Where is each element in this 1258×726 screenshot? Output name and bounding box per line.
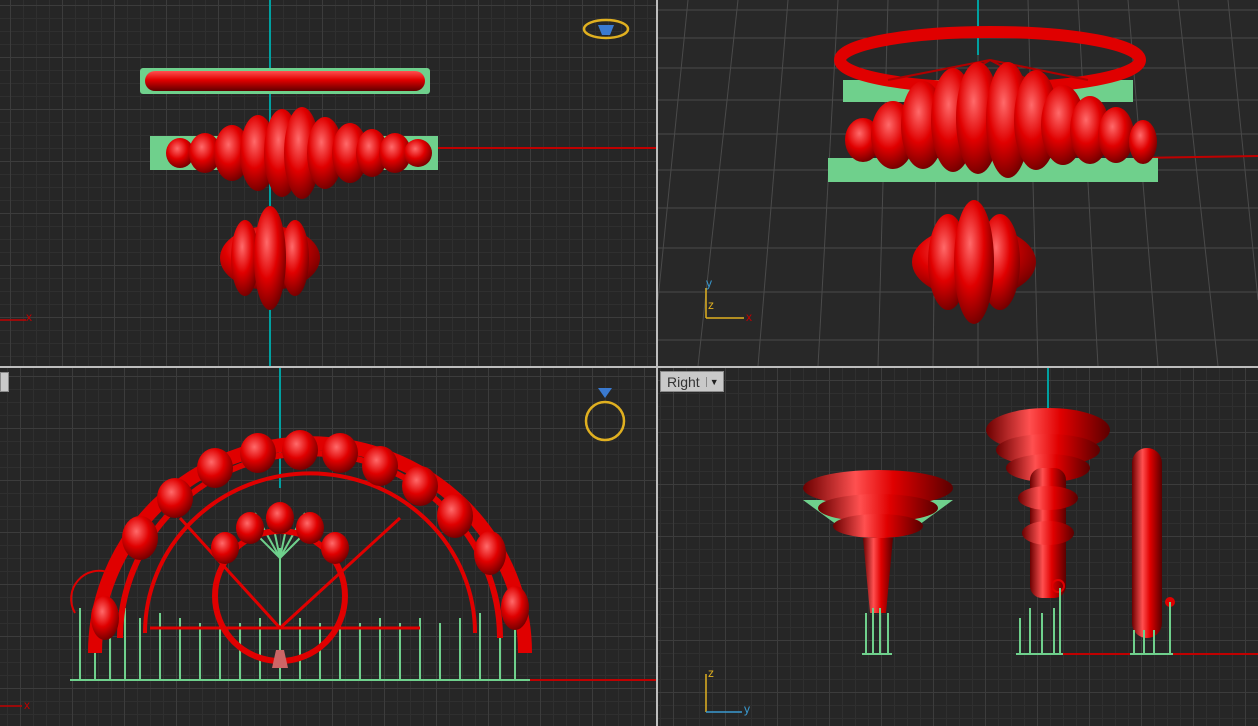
viewport-divider-horizontal[interactable] bbox=[0, 366, 1258, 368]
axis-label-z: z bbox=[708, 298, 714, 312]
ring-band[interactable] bbox=[145, 71, 425, 91]
axis-label-x: x bbox=[24, 698, 30, 712]
tower-profile[interactable] bbox=[986, 408, 1110, 655]
ring-diamond-top-icon[interactable] bbox=[582, 18, 630, 40]
lantern-shape[interactable] bbox=[220, 206, 320, 310]
axis-label-x: x bbox=[746, 310, 752, 324]
viewport-divider-vertical[interactable] bbox=[656, 0, 658, 726]
ring-diamond-front-icon[interactable] bbox=[584, 388, 626, 442]
viewport-front[interactable]: x bbox=[0, 368, 656, 726]
axis-label-y: y bbox=[744, 702, 750, 716]
viewport-top[interactable]: x bbox=[0, 0, 656, 366]
lantern-shape[interactable] bbox=[912, 200, 1036, 324]
petal-row[interactable] bbox=[166, 107, 432, 199]
viewport-perspective[interactable]: y z x bbox=[658, 0, 1258, 366]
band-profile[interactable] bbox=[1130, 448, 1175, 655]
axis-label-y: y bbox=[706, 276, 712, 290]
funnel-profile-1[interactable] bbox=[803, 470, 953, 655]
axis-label-z: z bbox=[708, 666, 714, 680]
viewport-right[interactable]: Right ▼ z y bbox=[658, 368, 1258, 726]
axis-label-x: x bbox=[26, 310, 32, 324]
arch-petals[interactable] bbox=[91, 430, 529, 640]
